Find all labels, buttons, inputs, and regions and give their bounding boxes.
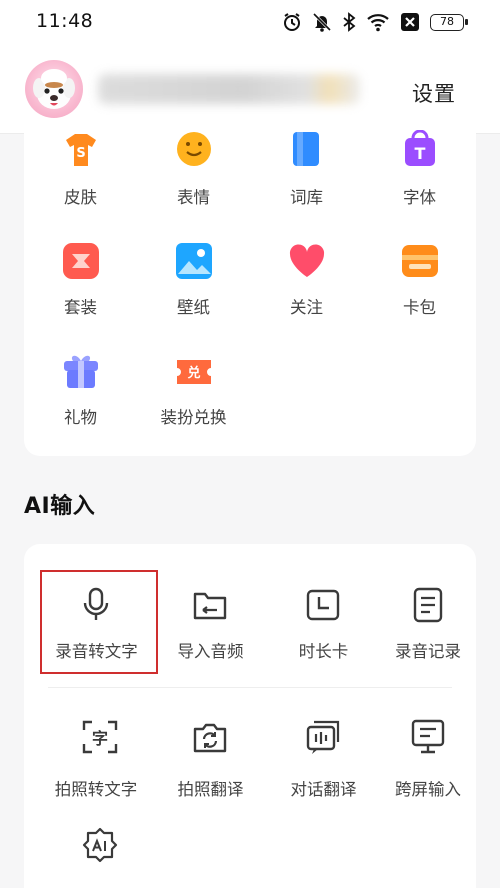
- chat-translate-icon: [306, 720, 340, 754]
- grid-label: 壁纸: [177, 298, 210, 317]
- grid-label: 词库: [290, 188, 323, 207]
- ai-item-cross-screen-input[interactable]: 跨屏输入: [368, 710, 488, 810]
- grid-item-follow[interactable]: 关注: [250, 238, 363, 328]
- grid-label: 字体: [403, 188, 436, 207]
- alarm-icon: [284, 13, 300, 31]
- clock-card-icon: [306, 589, 340, 621]
- wifi-icon: [367, 14, 389, 32]
- avatar[interactable]: [25, 60, 83, 118]
- card-wallet-icon: [402, 245, 438, 277]
- ai-item-label: 跨屏输入: [395, 780, 461, 799]
- grid-item-emoji[interactable]: 表情: [137, 120, 250, 215]
- ai-item-label: 拍照转文字: [54, 780, 138, 799]
- scan-text-icon: 字: [82, 720, 118, 754]
- book-icon: [293, 132, 319, 166]
- ai-item-duration-card[interactable]: 时长卡: [267, 572, 380, 672]
- bluetooth-icon: [343, 12, 356, 32]
- dog-avatar-icon: [33, 69, 75, 109]
- grid-label: 关注: [290, 298, 323, 317]
- mute-icon: [312, 12, 332, 32]
- grid-item-suit[interactable]: 套装: [24, 238, 137, 328]
- svg-text:T: T: [415, 144, 426, 163]
- ai-item-photo-translate[interactable]: 拍照翻译: [154, 710, 267, 810]
- folder-import-icon: [193, 592, 227, 620]
- section-title-ai: AI输入: [24, 494, 96, 519]
- grid-label: 卡包: [403, 298, 436, 317]
- grid-item-card-wallet[interactable]: 卡包: [363, 238, 476, 328]
- ai-item-voice-to-text[interactable]: 录音转文字: [40, 572, 153, 672]
- ai-item-label: 时长卡: [298, 642, 349, 661]
- redeem-icon-text: 兑: [187, 365, 200, 381]
- shirt-icon: S: [66, 134, 96, 166]
- ai-item-import-audio[interactable]: 导入音频: [154, 572, 267, 672]
- personalize-card: S 皮肤 表情 词库 T 字体 套装 壁纸 关注 卡包 礼物 兑 装扮兑换: [24, 120, 476, 456]
- record-list-icon: [413, 587, 443, 623]
- font-bag-icon: T: [405, 130, 435, 166]
- ai-item-label: 对话翻译: [290, 780, 357, 799]
- ai-item-dialog-translate[interactable]: 对话翻译: [267, 710, 380, 810]
- status-bar: 11:48 78: [0, 0, 500, 44]
- grid-item-font[interactable]: T 字体: [363, 120, 476, 215]
- suit-icon: [63, 243, 99, 279]
- ai-item-label: 拍照翻译: [177, 780, 244, 799]
- svg-text:S: S: [76, 146, 85, 161]
- scan-icon-text: 字: [92, 729, 108, 748]
- row-divider: [48, 687, 452, 688]
- grid-label: 套装: [64, 298, 97, 317]
- ai-badge-icon: [82, 827, 118, 863]
- grid-item-skin[interactable]: S 皮肤: [24, 120, 137, 215]
- ai-item-photo-to-text[interactable]: 字 拍照转文字: [40, 710, 160, 810]
- ai-item-label: 录音记录: [395, 642, 461, 661]
- sim-off-icon: [401, 13, 419, 31]
- smiley-icon: [177, 132, 211, 166]
- grid-label: 装扮兑换: [160, 408, 227, 427]
- ai-item-label: 导入音频: [177, 642, 244, 661]
- grid-item-dictionary[interactable]: 词库: [250, 120, 363, 215]
- camera-translate-icon: [193, 723, 227, 753]
- gift-icon: [64, 355, 98, 388]
- grid-item-gift[interactable]: 礼物: [24, 348, 137, 438]
- status-icons: 78: [282, 9, 468, 35]
- grid-label: 皮肤: [64, 188, 97, 207]
- redeem-ticket-icon: 兑: [177, 360, 211, 384]
- grid-label: 礼物: [64, 408, 97, 427]
- ai-item-label: 录音转文字: [55, 642, 138, 661]
- settings-button[interactable]: 设置: [412, 78, 456, 108]
- battery-icon: 78: [430, 13, 468, 31]
- ai-input-card: 录音转文字 导入音频 时长卡 录音记录 字 拍照转文字 拍照翻译 对话翻译 跨屏…: [24, 544, 476, 888]
- username-blurred: [98, 74, 360, 104]
- grid-label: 表情: [177, 188, 210, 207]
- grid-item-wallpaper[interactable]: 壁纸: [137, 238, 250, 328]
- monitor-input-icon: [411, 719, 445, 754]
- grid-item-redeem[interactable]: 兑 装扮兑换: [137, 348, 250, 438]
- status-time: 11:48: [36, 10, 94, 32]
- heart-icon: [289, 244, 325, 277]
- ai-item-ai-badge[interactable]: [40, 826, 160, 886]
- microphone-icon: [83, 587, 109, 620]
- wallpaper-icon: [176, 243, 212, 279]
- ai-item-record-history[interactable]: 录音记录: [368, 572, 488, 672]
